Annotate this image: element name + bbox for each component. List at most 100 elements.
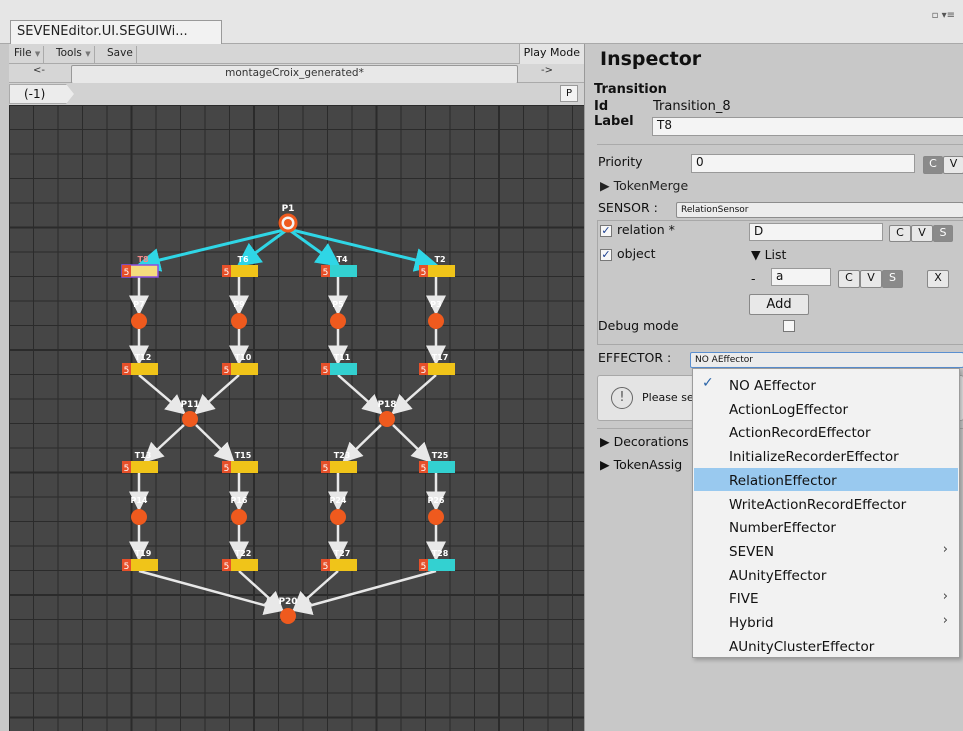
petri-net-graph[interactable]: P1 P11 P18 P20 P7 P9 P5 P3 P14 P16 P24 P26 5 T8 5 T6 5 T4… — [9, 105, 584, 731]
effector-option-five[interactable]: FIVE › — [694, 586, 958, 609]
place-node[interactable] — [231, 313, 247, 329]
transition-token-count[interactable]: 5 — [421, 562, 427, 572]
place-label[interactable]: P16 — [231, 496, 248, 505]
transition-label[interactable]: T13 — [135, 451, 152, 460]
list-item-s-button[interactable]: S — [882, 270, 903, 288]
place-node[interactable] — [131, 509, 147, 525]
place-node[interactable] — [330, 313, 346, 329]
transition-label[interactable]: T28 — [432, 549, 449, 558]
transition-token-count[interactable]: 5 — [323, 562, 329, 572]
effector-option-relationeffector[interactable]: RelationEffector — [694, 467, 958, 491]
effector-select[interactable]: NO AEffector — [690, 352, 963, 368]
transition-label[interactable]: T6 — [237, 255, 248, 264]
relation-input[interactable]: D — [749, 223, 883, 241]
place-label[interactable]: P20 — [278, 597, 297, 607]
effector-option-hybrid[interactable]: Hybrid › — [694, 610, 958, 633]
place-label[interactable]: P5 — [332, 300, 344, 309]
p-button[interactable]: P — [560, 85, 578, 102]
transition-label[interactable]: T10 — [235, 353, 252, 362]
relation-checkbox[interactable]: ✓ — [600, 225, 612, 237]
list-item-remove-button[interactable]: X — [927, 270, 949, 288]
place-label[interactable]: P3 — [430, 300, 441, 309]
effector-option-seven[interactable]: SEVEN › — [694, 539, 958, 562]
transition-label[interactable]: T2 — [434, 255, 445, 264]
priority-v-button[interactable]: V — [943, 156, 963, 174]
effector-option-actionrecordeffector[interactable]: ActionRecordEffector — [694, 420, 958, 443]
list-foldout[interactable]: ▼ List — [751, 247, 786, 262]
decorations-foldout[interactable]: ▶ Decorations — [600, 434, 689, 449]
play-mode-button[interactable]: Play Mode — [518, 44, 584, 64]
effector-option-aunityeffector[interactable]: AUnityEffector — [694, 563, 958, 586]
effector-option-aunityclustereffector[interactable]: AUnityClusterEffector — [694, 634, 958, 657]
transition-token-count[interactable]: 5 — [323, 366, 329, 376]
tools-menu[interactable]: Tools ▼ — [53, 46, 95, 64]
window-menu-icon[interactable]: ▫ ▾≡ — [932, 10, 955, 21]
place-node[interactable] — [280, 608, 296, 624]
transition-token-count[interactable]: 5 — [224, 562, 230, 572]
transition-token-count[interactable]: 5 — [124, 366, 130, 376]
transition-label[interactable]: T11 — [334, 353, 351, 362]
transition-label[interactable]: T25 — [432, 451, 449, 460]
breadcrumb[interactable]: (-1) — [9, 84, 67, 104]
canvas-background[interactable] — [9, 105, 584, 731]
transition-label[interactable]: T4 — [336, 255, 347, 264]
transition-label[interactable]: T27 — [334, 549, 351, 558]
priority-c-button[interactable]: C — [923, 156, 943, 174]
effector-option-actionlogeffector[interactable]: ActionLogEffector — [694, 397, 958, 420]
place-node[interactable] — [330, 509, 346, 525]
label-input[interactable]: T8 — [652, 117, 963, 136]
place-node-core[interactable] — [284, 219, 292, 227]
transition-label[interactable]: T12 — [135, 353, 152, 362]
transition-token-count[interactable]: 5 — [124, 464, 130, 474]
place-label[interactable]: P26 — [428, 496, 445, 505]
place-label[interactable]: P24 — [330, 496, 347, 505]
filename-field[interactable]: montageCroix_generated* — [71, 65, 518, 84]
place-label[interactable]: P9 — [233, 300, 245, 309]
place-node[interactable] — [182, 411, 198, 427]
transition-token-count[interactable]: 5 — [124, 562, 130, 572]
relation-c-button[interactable]: C — [889, 225, 911, 242]
transition-label[interactable]: T17 — [432, 353, 449, 362]
graph-canvas[interactable]: P1 P11 P18 P20 P7 P9 P5 P3 P14 P16 P24 P26 5 T8 5 T6 5 T4… — [9, 105, 584, 731]
place-node[interactable] — [428, 313, 444, 329]
effector-option-writeactionrecordeffector[interactable]: WriteActionRecordEffector — [694, 492, 958, 515]
transition-token-count[interactable]: 5 — [323, 268, 329, 278]
transition-label[interactable]: T22 — [235, 549, 252, 558]
effector-option-numbereffector[interactable]: NumberEffector — [694, 515, 958, 538]
effector-option-no aeffector[interactable]: ✓ NO AEffector — [694, 373, 958, 396]
back-button[interactable]: <- — [29, 65, 49, 81]
transition-label[interactable]: T8 — [137, 255, 148, 264]
save-button[interactable]: Save — [104, 46, 137, 64]
list-item-v-button[interactable]: V — [860, 270, 882, 288]
transition-token-count[interactable]: 5 — [323, 464, 329, 474]
place-node[interactable] — [231, 509, 247, 525]
transition-token-count[interactable]: 5 — [224, 268, 230, 278]
forward-button[interactable]: -> — [537, 65, 557, 81]
transition-token-count[interactable]: 5 — [421, 464, 427, 474]
place-label[interactable]: P1 — [282, 204, 295, 214]
priority-input[interactable]: 0 — [691, 154, 915, 173]
place-label[interactable]: P7 — [133, 300, 144, 309]
object-checkbox[interactable]: ✓ — [600, 249, 612, 261]
place-node[interactable] — [379, 411, 395, 427]
transition-label[interactable]: T15 — [235, 451, 252, 460]
transition-token-count[interactable]: 5 — [224, 366, 230, 376]
relation-s-button[interactable]: S — [933, 225, 953, 242]
place-label[interactable]: P14 — [131, 496, 148, 505]
transition-token-count[interactable]: 5 — [124, 268, 130, 278]
place-node[interactable] — [131, 313, 147, 329]
transition-label[interactable]: T23 — [334, 451, 351, 460]
place-label[interactable]: P11 — [180, 400, 199, 410]
transition-label[interactable]: T19 — [135, 549, 152, 558]
transition-token-count[interactable]: 5 — [421, 366, 427, 376]
relation-v-button[interactable]: V — [911, 225, 933, 242]
token-assign-foldout[interactable]: ▶ TokenAssig — [600, 457, 682, 472]
add-button[interactable]: Add — [749, 294, 809, 315]
token-merge-foldout[interactable]: ▶ TokenMerge — [600, 178, 688, 193]
transition-token-count[interactable]: 5 — [421, 268, 427, 278]
effector-option-initializerecordereffector[interactable]: InitializeRecorderEffector — [694, 444, 958, 467]
file-menu[interactable]: File ▼ — [11, 46, 45, 64]
place-node[interactable] — [428, 509, 444, 525]
transition-token-count[interactable]: 5 — [224, 464, 230, 474]
debug-mode-checkbox[interactable] — [783, 320, 795, 332]
